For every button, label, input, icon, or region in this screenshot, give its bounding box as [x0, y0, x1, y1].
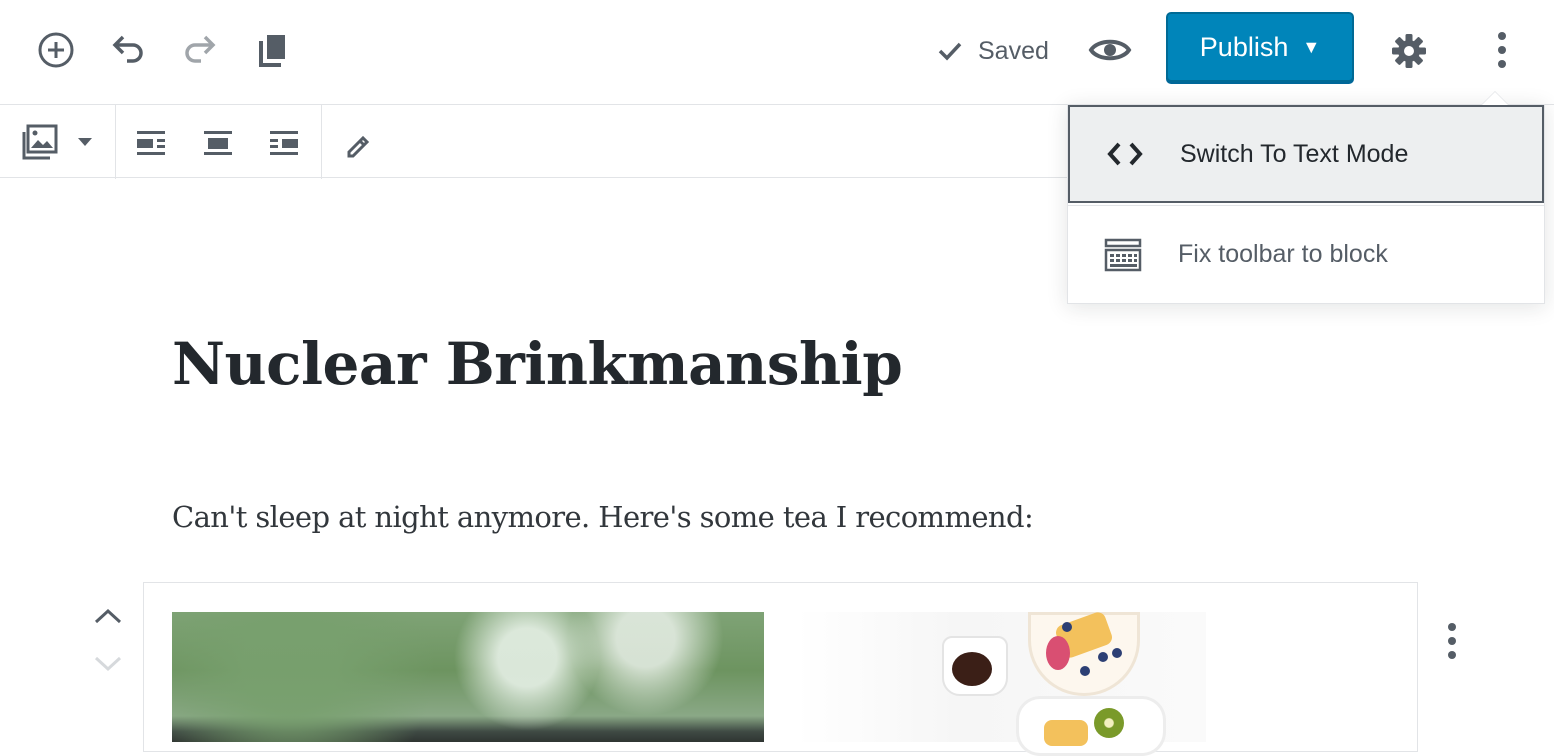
undo-icon	[112, 35, 143, 63]
keyboard-icon	[1104, 238, 1142, 271]
block-more-button[interactable]	[1436, 618, 1468, 664]
block-toolbar	[0, 104, 1070, 179]
saved-status: Saved	[936, 30, 1049, 72]
tray	[1016, 696, 1166, 756]
paragraph-block[interactable]: Can't sleep at night anymore. Here's som…	[172, 500, 1034, 534]
post-title[interactable]: Nuclear Brinkmanship	[172, 330, 903, 398]
preview-button[interactable]	[1086, 28, 1134, 72]
alignment-group	[115, 105, 322, 179]
redo-button[interactable]	[178, 28, 222, 72]
caret-down-icon	[78, 138, 92, 146]
code-icon	[1107, 142, 1143, 166]
more-menu-dropdown: Switch To Text Mode Fix toolbar to block	[1067, 91, 1545, 304]
editor-header: Saved Publish ▼	[0, 0, 1554, 105]
align-right-button[interactable]	[264, 123, 304, 163]
gallery-image-breakfast[interactable]	[796, 610, 1206, 756]
move-up-button[interactable]	[90, 600, 126, 632]
align-center-icon	[204, 131, 232, 155]
undo-button[interactable]	[106, 28, 150, 72]
redo-icon	[185, 35, 216, 63]
menu-item-label: Fix toolbar to block	[1178, 240, 1388, 268]
check-icon	[938, 42, 962, 61]
edit-gallery-button[interactable]	[338, 125, 378, 165]
publish-button[interactable]: Publish ▼	[1166, 12, 1354, 82]
align-center-button[interactable]	[198, 123, 238, 163]
dropdown-arrow	[1481, 91, 1509, 105]
move-down-button[interactable]	[90, 648, 126, 680]
copy-icon	[259, 35, 285, 67]
block-type-group	[0, 105, 116, 179]
menu-item-switch-to-text-mode[interactable]: Switch To Text Mode	[1068, 105, 1544, 203]
align-right-icon	[270, 131, 298, 155]
more-vertical-icon	[1498, 32, 1506, 68]
copy-button[interactable]	[250, 28, 294, 72]
pencil-icon	[347, 135, 370, 158]
gallery-icon	[22, 124, 58, 160]
chevron-down-icon	[94, 656, 122, 672]
berry	[1098, 652, 1108, 662]
menu-item-fix-toolbar[interactable]: Fix toolbar to block	[1068, 205, 1544, 303]
syrup	[952, 652, 992, 686]
more-vertical-icon	[1448, 623, 1456, 659]
eye-icon	[1088, 39, 1132, 61]
add-block-button[interactable]	[34, 28, 78, 72]
gallery-image-nature[interactable]	[172, 612, 764, 742]
caret-down-icon: ▼	[1302, 36, 1321, 57]
chevron-up-icon	[94, 608, 122, 624]
align-left-icon	[137, 131, 165, 155]
more-menu-button[interactable]	[1482, 26, 1522, 74]
menu-item-label: Switch To Text Mode	[1180, 139, 1409, 168]
berry	[1112, 648, 1122, 658]
publish-label: Publish	[1199, 31, 1289, 62]
waffle	[1044, 720, 1088, 746]
kiwi	[1094, 708, 1124, 738]
settings-button[interactable]	[1386, 28, 1432, 74]
gear-icon	[1392, 34, 1426, 68]
berry	[1062, 622, 1072, 632]
block-type-switcher[interactable]	[12, 121, 102, 163]
align-left-button[interactable]	[131, 123, 171, 163]
add-block-icon	[38, 32, 74, 68]
fruit	[1046, 636, 1070, 670]
saved-label: Saved	[978, 36, 1049, 65]
berry	[1080, 666, 1090, 676]
